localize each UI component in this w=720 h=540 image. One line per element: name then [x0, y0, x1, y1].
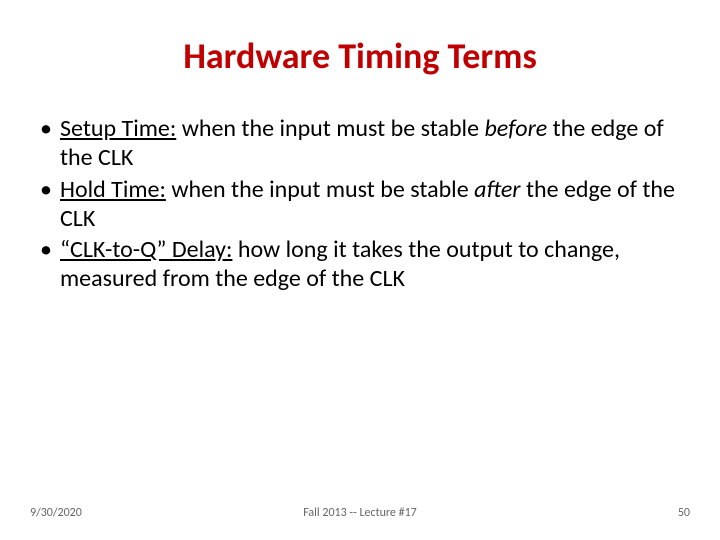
- slide-title: Hardware Timing Terms: [38, 34, 682, 78]
- slide: Hardware Timing Terms • Setup Time: when…: [0, 0, 720, 540]
- emphasis: after: [474, 175, 520, 204]
- footer-lecture: Fall 2013 -- Lecture #17: [303, 506, 417, 520]
- footer-page-number: 50: [678, 506, 690, 520]
- bullet-item: • “CLK-to-Q” Delay: how long it takes th…: [38, 235, 682, 294]
- bullet-text: Setup Time: when the input must be stabl…: [60, 114, 682, 173]
- bullet-marker: •: [38, 175, 60, 234]
- term: Hold Time:: [60, 175, 166, 204]
- text-part: when the input must be stable: [176, 114, 484, 143]
- term: Setup Time:: [60, 114, 176, 143]
- bullet-text: Hold Time: when the input must be stable…: [60, 175, 682, 234]
- emphasis: before: [484, 114, 547, 143]
- term: “CLK-to-Q” Delay:: [60, 235, 232, 264]
- footer-date: 9/30/2020: [30, 506, 82, 520]
- bullet-marker: •: [38, 114, 60, 173]
- bullet-marker: •: [38, 235, 60, 294]
- bullet-item: • Setup Time: when the input must be sta…: [38, 114, 682, 173]
- bullet-item: • Hold Time: when the input must be stab…: [38, 175, 682, 234]
- slide-footer: 9/30/2020 Fall 2013 -- Lecture #17 50: [0, 506, 720, 520]
- bullet-text: “CLK-to-Q” Delay: how long it takes the …: [60, 235, 682, 294]
- bullet-list: • Setup Time: when the input must be sta…: [38, 114, 682, 294]
- text-part: when the input must be stable: [166, 175, 474, 204]
